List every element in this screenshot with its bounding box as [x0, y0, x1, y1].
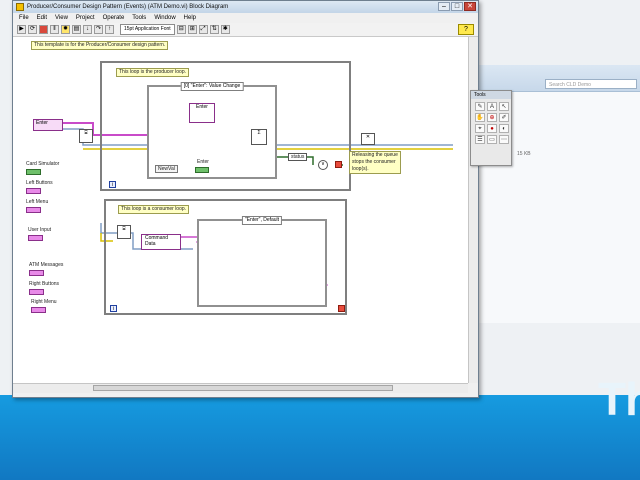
obtain-queue-node[interactable]: ⌸: [79, 129, 93, 143]
right-buttons-label: Right Buttons: [29, 281, 60, 287]
explorer-search-input[interactable]: Search CLD Demo: [545, 79, 637, 89]
minimize-button[interactable]: –: [438, 2, 450, 11]
right-menu-label: Right Menu: [31, 299, 57, 305]
enter-control-label: Enter: [36, 120, 48, 126]
atm-messages-label: ATM Messages: [29, 262, 64, 268]
coloring-tool-icon[interactable]: ⋯: [499, 135, 509, 144]
producer-note[interactable]: This loop is the producer loop.: [116, 68, 189, 77]
producer-stop-terminal[interactable]: [335, 161, 342, 168]
resize-icon[interactable]: ⤢: [198, 25, 208, 34]
font-select[interactable]: 15pt Application Font: [120, 24, 175, 35]
wiring-tool-icon[interactable]: ⊕: [487, 113, 497, 122]
enter-inner-label: Enter: [196, 104, 208, 110]
maximize-button[interactable]: □: [451, 2, 463, 11]
consumer-iteration-terminal: i: [110, 305, 117, 312]
enter-control[interactable]: Enter: [33, 119, 63, 131]
dequeue-element-node[interactable]: ⌸: [117, 225, 131, 239]
left-menu-terminal[interactable]: [26, 207, 41, 213]
retain-icon[interactable]: ▤: [72, 25, 81, 34]
left-buttons-label: Left Buttons: [26, 180, 53, 186]
horizontal-scrollbar[interactable]: [13, 383, 468, 393]
unbundle-cluster[interactable]: Command Data: [141, 234, 181, 250]
left-menu-label: Left Menu: [26, 199, 49, 205]
reorder-icon[interactable]: ⇅: [209, 25, 219, 34]
menu-file[interactable]: File: [19, 15, 29, 21]
release-queue-note[interactable]: Releasing the queue stops the consumer l…: [349, 151, 401, 174]
producer-iteration-terminal: i: [109, 181, 116, 188]
text-tool-icon[interactable]: A: [487, 102, 497, 111]
pause-icon[interactable]: ‖: [50, 25, 59, 34]
enqueue-element-node[interactable]: Σ: [251, 129, 267, 145]
user-input-terminal[interactable]: [28, 235, 43, 241]
consumer-stop-terminal[interactable]: [338, 305, 345, 312]
menu-view[interactable]: View: [55, 15, 68, 21]
card-simulator-terminal[interactable]: [26, 169, 41, 175]
enter-indicator-label: Enter: [197, 159, 209, 165]
menu-operate[interactable]: Operate: [103, 15, 125, 21]
user-input-label: User Input: [28, 227, 52, 233]
vertical-scrollbar[interactable]: [468, 37, 478, 383]
shortcut-menu-tool-icon[interactable]: ▭: [487, 135, 497, 144]
align-icon[interactable]: ⊟: [176, 25, 186, 34]
right-buttons-terminal[interactable]: [29, 289, 44, 295]
labview-app-icon: [16, 3, 24, 11]
right-menu-terminal[interactable]: [31, 307, 46, 313]
probe-tool-icon[interactable]: ☰: [475, 135, 485, 144]
menu-window[interactable]: Window: [154, 15, 175, 21]
color-copy-tool-icon[interactable]: ◐: [499, 124, 509, 133]
position-tool-icon[interactable]: ↖: [499, 102, 509, 111]
close-button[interactable]: ✕: [464, 2, 476, 11]
or-function-node[interactable]: ∨: [318, 160, 328, 170]
run-continuous-icon[interactable]: ⟳: [28, 25, 37, 34]
atm-messages-terminal[interactable]: [29, 270, 44, 276]
card-simulator-label: Card Simulator: [26, 161, 60, 167]
desktop-band: [0, 395, 640, 480]
enter-control-cluster[interactable]: Enter: [189, 103, 215, 123]
desktop-brand-text: Th: [598, 373, 640, 425]
context-help-icon[interactable]: ?: [458, 24, 474, 35]
menu-help[interactable]: Help: [184, 15, 196, 21]
edit-tool-icon[interactable]: ✐: [499, 113, 509, 122]
scroll-tool-icon[interactable]: ⌖: [475, 124, 485, 133]
breakpoint-tool-icon[interactable]: ●: [487, 124, 497, 133]
operate-tool-icon[interactable]: ✋: [475, 113, 485, 122]
data-field: Data: [145, 241, 156, 247]
abort-icon[interactable]: [39, 25, 48, 34]
menu-project[interactable]: Project: [76, 15, 95, 21]
consumer-case-selector[interactable]: "Enter", Default: [241, 216, 283, 225]
consumer-case-structure[interactable]: "Enter", Default: [197, 216, 327, 307]
step-over-icon[interactable]: ↷: [94, 25, 103, 34]
status-unbundle[interactable]: status: [288, 153, 308, 161]
toolbar: ▶ ⟳ ‖ ✹ ▤ ↓ ↷ ↑ 15pt Application Font ⊟ …: [13, 23, 478, 37]
run-arrow-icon[interactable]: ▶: [17, 25, 26, 34]
menu-bar: File Edit View Project Operate Tools Win…: [13, 13, 478, 23]
tools-palette-title: Tools: [471, 91, 511, 99]
consumer-note[interactable]: This loop is a consumer loop.: [118, 205, 190, 214]
event-case-selector[interactable]: [0] "Enter": Value Change: [180, 82, 244, 91]
step-into-icon[interactable]: ↓: [83, 25, 92, 34]
auto-tool-icon[interactable]: ✎: [475, 102, 485, 111]
tools-palette[interactable]: Tools ✎ A ↖ ✋ ⊕ ✐ ⌖ ● ◐ ☰ ▭ ⋯: [470, 90, 512, 166]
release-queue-node[interactable]: ✕: [361, 133, 375, 145]
enter-indicator-terminal[interactable]: [195, 167, 209, 173]
block-diagram-window[interactable]: Producer/Consumer Design Pattern (Events…: [12, 0, 479, 398]
highlight-icon[interactable]: ✹: [61, 25, 70, 34]
menu-tools[interactable]: Tools: [132, 15, 146, 21]
title-bar[interactable]: Producer/Consumer Design Pattern (Events…: [13, 1, 478, 13]
explorer-file-size: 15 KB: [517, 151, 531, 157]
window-title: Producer/Consumer Design Pattern (Events…: [27, 4, 229, 10]
step-out-icon[interactable]: ↑: [105, 25, 114, 34]
horizontal-scroll-thumb[interactable]: [93, 385, 393, 391]
menu-edit[interactable]: Edit: [37, 15, 47, 21]
diagram-canvas[interactable]: This template is for the Producer/Consum…: [13, 37, 468, 383]
cleanup-icon[interactable]: ✱: [220, 25, 230, 34]
newval-node: NewVal: [155, 165, 178, 173]
left-buttons-terminal[interactable]: [26, 188, 41, 194]
distribute-icon[interactable]: ⊞: [187, 25, 197, 34]
